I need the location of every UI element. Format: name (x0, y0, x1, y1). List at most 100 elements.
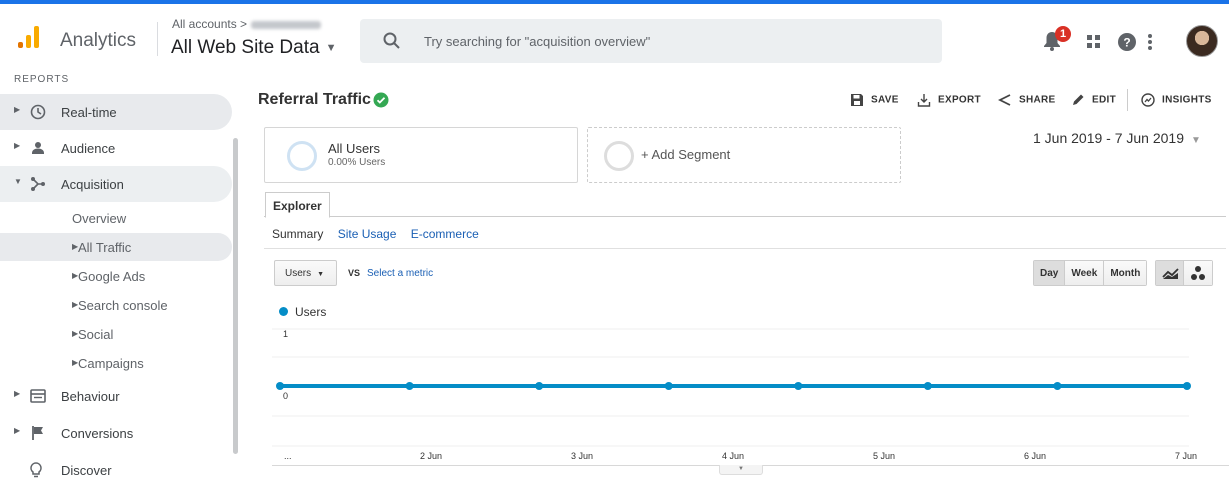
sidebar-subitem-all-traffic[interactable]: ▶ All Traffic (0, 233, 232, 261)
data-point[interactable] (405, 382, 414, 390)
line-chart: 1 0... 2 Jun 3 Jun 4 Jun 5 Jun 6 Jun 7 Jun (272, 328, 1197, 461)
lightbulb-icon (30, 462, 42, 478)
expand-arrow-icon: ▶ (14, 389, 21, 398)
report-main: Referral Traffic SAVE EXPORT SHARE EDIT … (242, 64, 1229, 489)
behaviour-icon (30, 389, 46, 403)
y-tick-label: 1 (283, 329, 288, 339)
x-tick-label: 3 Jun (571, 451, 593, 461)
date-range-picker[interactable]: 1 Jun 2019 - 7 Jun 2019 ▼ (1033, 130, 1201, 146)
metric-selector[interactable]: Users ▼ (274, 260, 337, 286)
chart-collapse-handle[interactable]: ▼ (719, 465, 763, 475)
segment-ring-icon (287, 141, 317, 171)
more-vert-icon[interactable] (1147, 33, 1153, 51)
sidebar-item-realtime[interactable]: ▶ Real-time (0, 94, 232, 130)
insights-button[interactable]: INSIGHTS (1141, 93, 1212, 107)
add-segment-label: + Add Segment (641, 147, 731, 162)
period-month-button[interactable]: Month (1104, 261, 1147, 285)
clock-icon (30, 104, 46, 120)
add-segment-button[interactable]: + Add Segment (587, 127, 901, 183)
expand-arrow-icon: ▶ (14, 105, 21, 114)
subtab-site-usage[interactable]: Site Usage (338, 227, 397, 241)
export-label: EXPORT (938, 94, 981, 106)
sidebar-item-behaviour[interactable]: ▶ Behaviour (0, 378, 232, 414)
insights-icon (1141, 93, 1155, 107)
x-tick-label: ... (284, 451, 292, 461)
subtab-ecommerce[interactable]: E-commerce (411, 227, 479, 241)
sidebar-subitem-label: Overview (72, 211, 127, 226)
view-name: All Web Site Data (171, 37, 320, 58)
save-label: SAVE (871, 94, 899, 106)
subtab-summary[interactable]: Summary (272, 227, 323, 241)
data-point[interactable] (1183, 382, 1191, 390)
x-tick-label: 4 Jun (722, 451, 744, 461)
flag-icon (32, 426, 43, 440)
x-tick-label: 2 Jun (420, 451, 442, 461)
explorer-tabbar: Explorer (264, 192, 1226, 218)
collapse-arrow-icon: ▼ (14, 177, 22, 186)
export-button[interactable]: EXPORT (917, 93, 981, 107)
select-metric-link[interactable]: Select a metric (367, 268, 433, 279)
app-title: Analytics (60, 30, 137, 51)
metric-label: Users (285, 268, 312, 279)
sidebar-subitem-overview[interactable]: Overview (0, 204, 232, 232)
share-icon (998, 94, 1011, 106)
person-icon (32, 142, 44, 154)
report-title: Referral Traffic (258, 91, 371, 108)
sidebar-subitem-google-ads[interactable]: ▶ Google Ads (0, 262, 232, 290)
notification-badge: 1 (1055, 26, 1071, 42)
insights-label: INSIGHTS (1162, 94, 1212, 106)
sidebar-item-audience[interactable]: ▶ Audience (0, 130, 232, 166)
chart-legend: Users (279, 305, 326, 319)
y-tick-label: 0 (283, 391, 288, 401)
sidebar-subitem-label: Google Ads (78, 269, 146, 284)
x-tick-label: 7 Jun (1175, 451, 1197, 461)
help-icon[interactable]: ? (1118, 33, 1136, 51)
caret-down-icon: ▼ (317, 271, 325, 278)
save-button[interactable]: SAVE (850, 93, 899, 107)
sidebar-item-conversions[interactable]: ▶ Conversions (0, 415, 232, 451)
motion-chart-button[interactable] (1184, 261, 1212, 285)
view-selector[interactable]: All Web Site Data ▼ (171, 37, 336, 59)
segment-name: All Users (328, 141, 381, 156)
search-placeholder: Try searching for "acquisition overview" (424, 34, 651, 49)
sidebar-subitem-social[interactable]: ▶ Social (0, 320, 232, 348)
segment-percentage: 0.00% Users (328, 157, 386, 168)
sidebar-item-label: Acquisition (61, 177, 124, 192)
bubble-chart-icon (1191, 266, 1205, 280)
apps-grid-icon[interactable] (1087, 35, 1101, 49)
data-point[interactable] (535, 382, 544, 390)
sidebar-subitem-search-console[interactable]: ▶ Search console (0, 291, 232, 319)
sidebar-scrollbar[interactable] (233, 138, 238, 454)
data-point[interactable] (923, 382, 932, 390)
sidebar-item-acquisition[interactable]: ▼ Acquisition (0, 166, 232, 202)
edit-button[interactable]: EDIT (1071, 93, 1116, 107)
analytics-logo[interactable] (18, 26, 44, 48)
data-point[interactable] (794, 382, 803, 390)
redacted-account-name (251, 20, 322, 29)
line-chart-button[interactable] (1156, 261, 1184, 285)
data-point[interactable] (276, 382, 284, 390)
data-point[interactable] (664, 382, 673, 390)
data-point[interactable] (1053, 382, 1062, 390)
add-segment-ring-icon (604, 141, 634, 171)
line-chart-icon (1162, 268, 1179, 279)
segment-all-users[interactable]: All Users 0.00% Users (264, 127, 578, 183)
account-breadcrumb[interactable]: All accounts > (172, 17, 322, 31)
user-avatar[interactable] (1186, 25, 1218, 57)
acquisition-icon (31, 177, 45, 191)
chart-type-toggle (1155, 260, 1213, 286)
search-bar[interactable]: Try searching for "acquisition overview" (360, 19, 942, 63)
vs-label: VS (348, 268, 361, 278)
sidebar-subitem-campaigns[interactable]: ▶ Campaigns (0, 349, 232, 377)
period-day-button[interactable]: Day (1034, 261, 1066, 285)
sidebar-item-discover[interactable]: Discover (0, 452, 232, 488)
period-week-button[interactable]: Week (1065, 261, 1105, 285)
verified-check-icon (373, 92, 389, 108)
explorer-subtabs: Summary Site Usage E-commerce (272, 227, 490, 241)
tab-explorer[interactable]: Explorer (265, 192, 330, 218)
share-label: SHARE (1019, 94, 1056, 106)
pencil-icon (1073, 94, 1084, 105)
share-button[interactable]: SHARE (998, 93, 1056, 107)
legend-series-name: Users (295, 305, 327, 319)
expand-arrow-icon: ▶ (14, 141, 21, 150)
